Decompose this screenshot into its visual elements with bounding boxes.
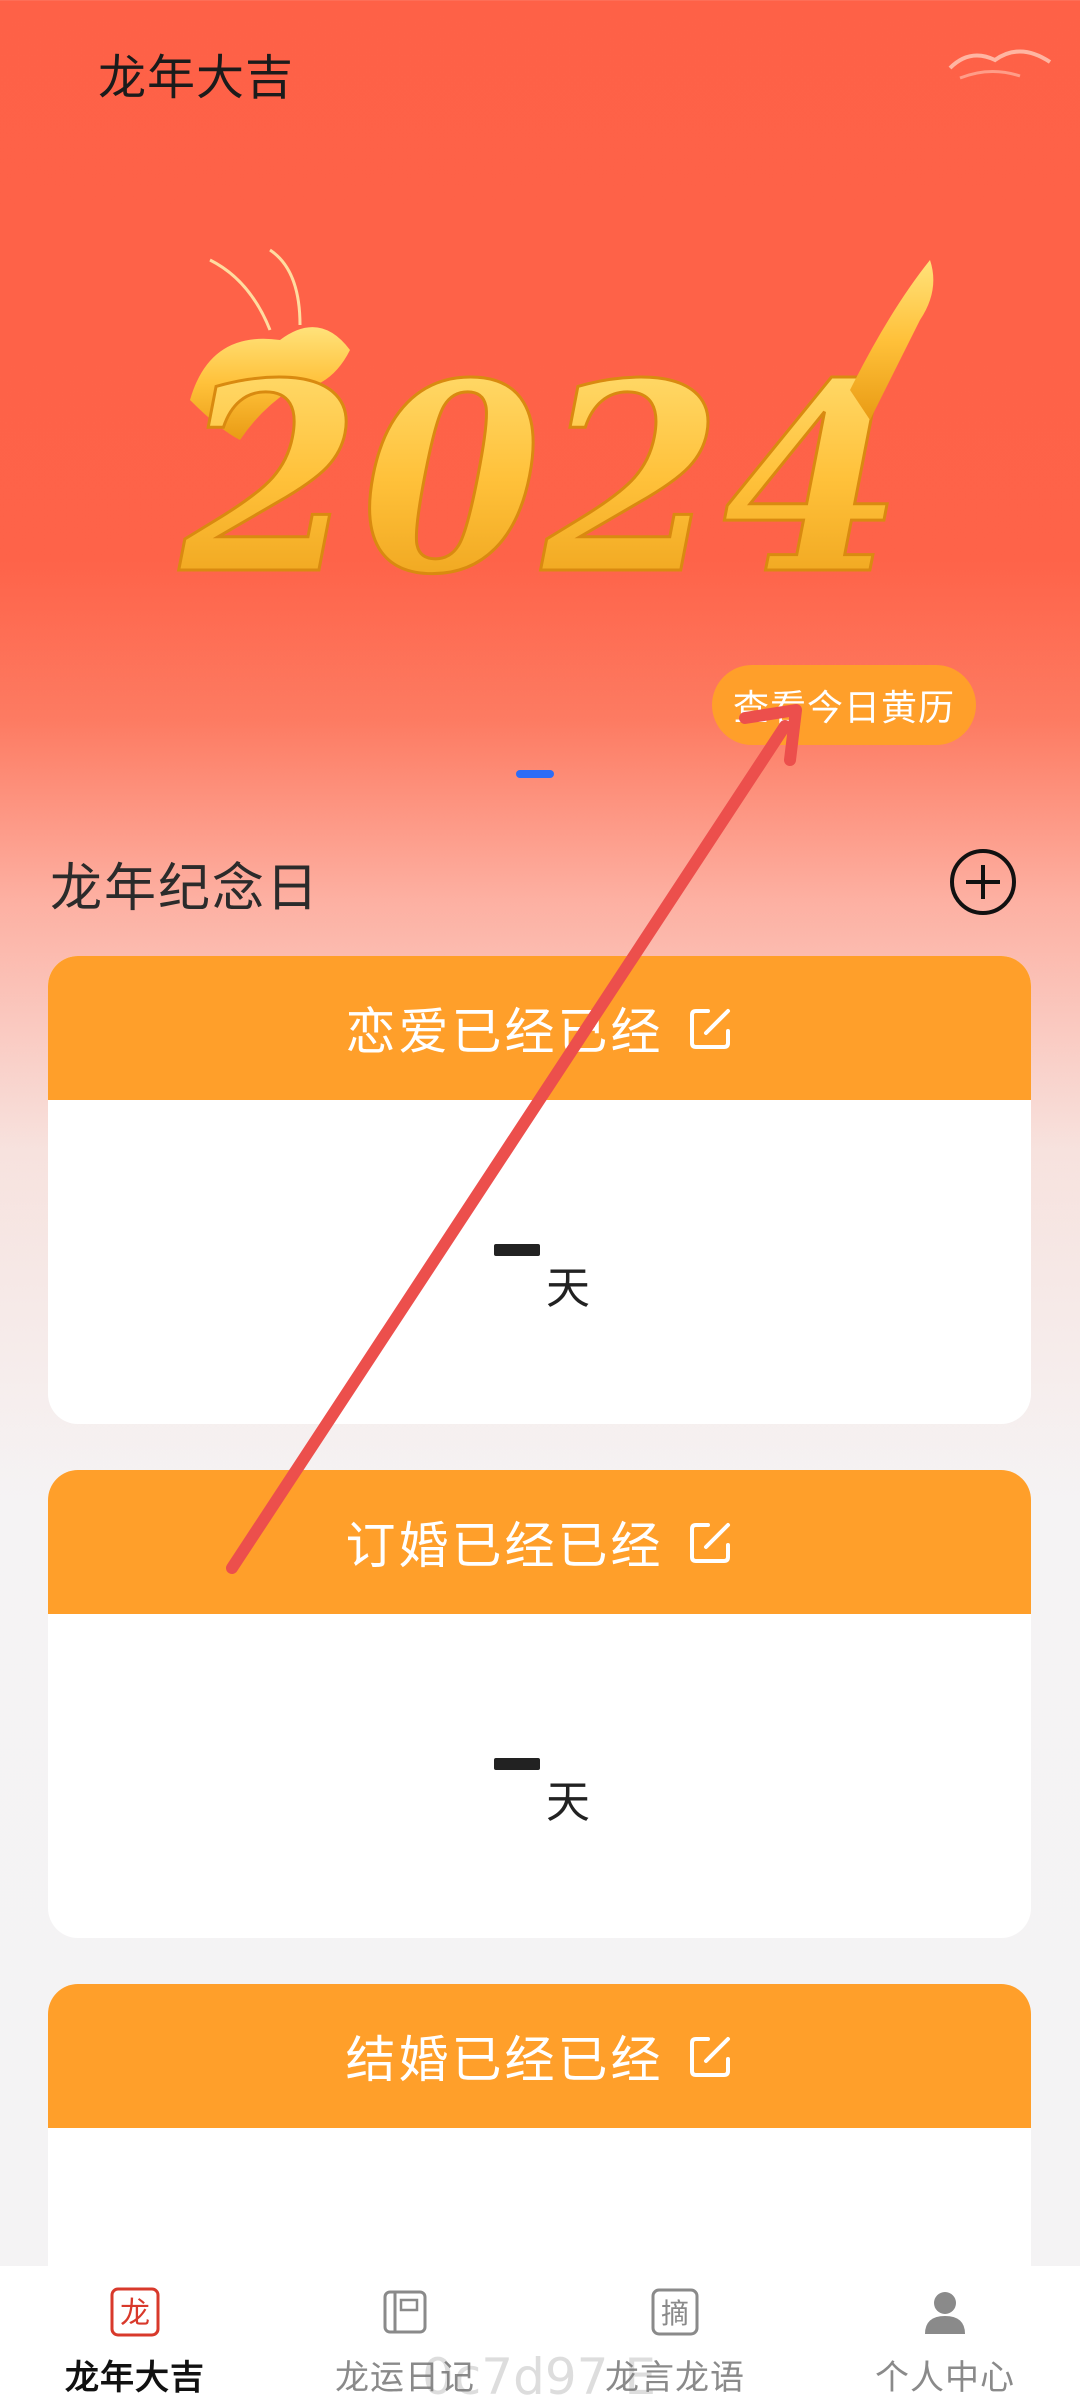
day-count xyxy=(494,1244,540,1256)
day-unit: 天 xyxy=(546,1777,590,1828)
person-icon xyxy=(925,2292,965,2334)
cloud-decoration-icon xyxy=(948,49,1052,80)
svg-text:摘: 摘 xyxy=(661,2297,689,2330)
tab-profile[interactable]: 个人中心 xyxy=(810,2266,1080,2408)
add-anniversary-button[interactable] xyxy=(950,849,1016,915)
day-count xyxy=(494,1758,540,1770)
card-header: 订婚已经已经 xyxy=(48,1470,1031,1614)
diary-icon xyxy=(383,2290,427,2334)
card-body: 天 xyxy=(48,1100,1031,1424)
day-unit: 天 xyxy=(546,1263,590,1314)
edit-icon[interactable] xyxy=(688,1519,734,1565)
tab-label: 龙年大吉 xyxy=(65,2358,205,2398)
carousel-indicator xyxy=(516,770,554,778)
edit-icon[interactable] xyxy=(688,2033,734,2079)
card-title: 订婚已经已经 xyxy=(345,1517,664,1575)
page-title: 龙年大吉 xyxy=(98,50,295,106)
anniversary-card[interactable]: 订婚已经已经 天 xyxy=(48,1470,1031,1938)
dragon-seal-icon: 龙 xyxy=(110,2287,160,2337)
tab-home[interactable]: 龙 龙年大吉 xyxy=(0,2266,270,2408)
card-title: 恋爱已经已经 xyxy=(345,1003,664,1061)
svg-text:龙: 龙 xyxy=(120,2296,150,2331)
card-title: 结婚已经已经 xyxy=(345,2031,664,2089)
card-header: 结婚已经已经 xyxy=(48,1984,1031,2128)
section-title: 龙年纪念日 xyxy=(50,859,321,919)
tab-label: 个人中心 xyxy=(875,2358,1015,2398)
card-body: 天 xyxy=(48,1614,1031,1938)
view-almanac-button[interactable]: 查看今日黄历 xyxy=(712,665,976,745)
edit-icon[interactable] xyxy=(688,1005,734,1051)
watermark: 0c7d97 E xyxy=(422,2348,656,2406)
svg-text:2024: 2024 xyxy=(176,327,904,632)
card-header: 恋爱已经已经 xyxy=(48,956,1031,1100)
quote-icon: 摘 xyxy=(651,2288,699,2336)
anniversary-card[interactable]: 恋爱已经已经 天 xyxy=(48,956,1031,1424)
dragon-2024-banner: 2024 xyxy=(174,248,934,634)
